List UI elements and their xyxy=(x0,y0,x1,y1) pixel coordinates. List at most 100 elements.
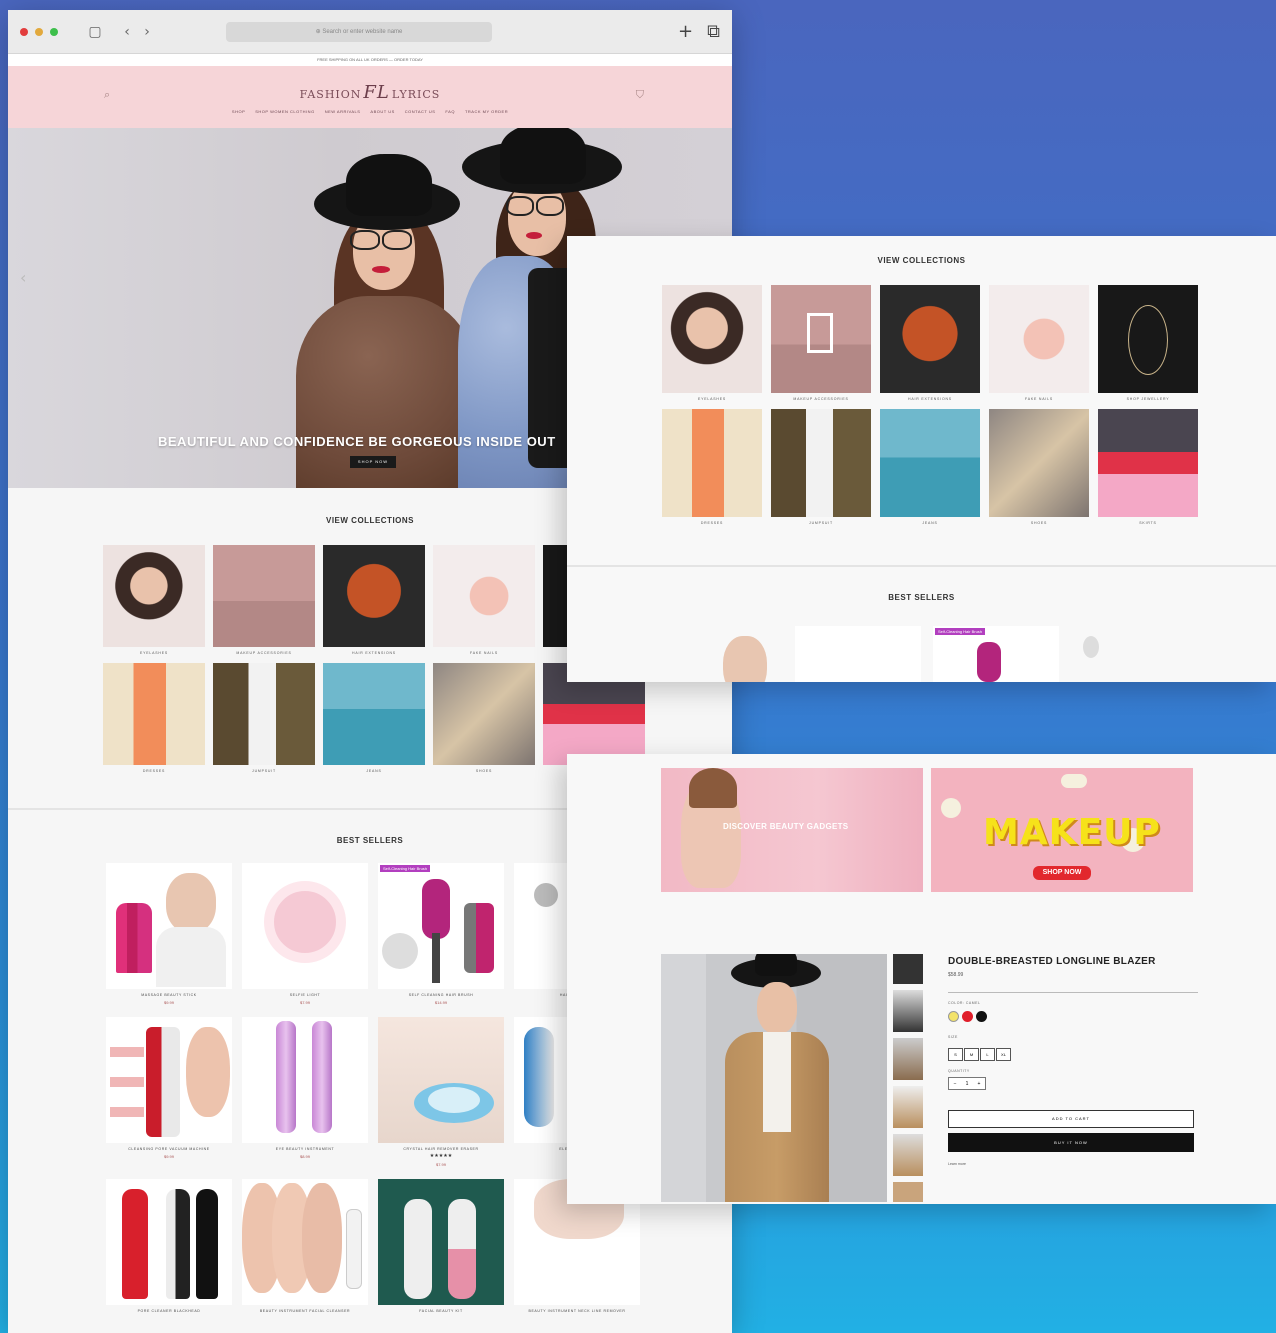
bestsellers-title-zoom: BEST SELLERS xyxy=(888,593,955,602)
search-icon[interactable]: ⌕ xyxy=(104,88,110,102)
collection-tile-makeup-accessories[interactable]: MAKEUP ACCESSORIES xyxy=(771,285,871,401)
promo-banner-beauty-gadgets[interactable]: DISCOVER BEAUTY GADGETS xyxy=(661,768,923,892)
size-options: S M L XL xyxy=(948,1043,1198,1061)
collection-tile-dresses[interactable]: DRESSES xyxy=(662,409,762,525)
minimize-window-button[interactable] xyxy=(35,27,43,36)
cart-icon[interactable]: ⛉ xyxy=(636,88,644,102)
logo-text-left: FASHION xyxy=(299,88,362,101)
product-badge: Self-Cleaning Hair Brush xyxy=(380,865,431,872)
product-card[interactable]: Self-Cleaning Hair Brush SELF CLEANING H… xyxy=(378,863,504,1005)
promo-shop-now-button[interactable]: SHOP NOW xyxy=(1033,866,1091,880)
size-option-m[interactable]: M xyxy=(964,1048,979,1061)
back-icon[interactable]: ‹ xyxy=(118,23,136,41)
collections-grid-zoom: EYELASHES MAKEUP ACCESSORIES HAIR EXTENS… xyxy=(662,285,1276,525)
swatch-black[interactable] xyxy=(976,1011,987,1022)
nav-item-track-order[interactable]: TRACK MY ORDER xyxy=(465,109,508,114)
promo-makeup-title: MAKEUP xyxy=(983,812,1161,853)
product-card[interactable]: CRYSTAL HAIR REMOVER ERASER ★★★★★ $7.99 xyxy=(378,1017,504,1167)
section-divider xyxy=(567,565,1276,567)
swatch-yellow[interactable] xyxy=(948,1011,959,1022)
nav-item-faq[interactable]: FAQ xyxy=(445,109,455,114)
product-card[interactable]: CLEANSING PORE VACUUM MACHINE $9.99 xyxy=(106,1017,232,1167)
product-price: $58.99 xyxy=(948,972,964,978)
logo-monogram: FL xyxy=(363,82,390,103)
shop-header: ⌕ FASHION FL LYRICS SHOP SHOP WOMEN CLOTHI… xyxy=(8,66,732,128)
sidebar-icon[interactable]: ▢ xyxy=(86,23,104,41)
product-badge: Self-Cleaning Hair Brush xyxy=(935,628,986,635)
product-card[interactable]: BEAUTY INSTRUMENT FACIAL CLEANSER xyxy=(242,1179,368,1313)
product-thumbnail[interactable] xyxy=(893,1134,923,1176)
product-preview-panel: DISCOVER BEAUTY GADGETS MAKEUP SHOP NOW … xyxy=(567,754,1276,1204)
collection-tile-jeans[interactable]: JEANS xyxy=(323,663,425,773)
nav-item-shop-women-clothing[interactable]: SHOP WOMEN CLOTHING xyxy=(255,109,314,114)
color-label: COLOR: CAMEL xyxy=(948,1001,981,1005)
collection-tile-jeans[interactable]: JEANS xyxy=(880,409,980,525)
collection-tile-makeup-accessories[interactable]: MAKEUP ACCESSORIES xyxy=(213,545,315,655)
collection-tile-jumpsuit[interactable]: JUMPSUIT xyxy=(771,409,871,525)
product-thumbnail[interactable] xyxy=(893,990,923,1032)
collection-tile-shoes[interactable]: SHOES xyxy=(989,409,1089,525)
collection-tile-eyelashes[interactable]: EYELASHES xyxy=(103,545,205,655)
product-card[interactable]: EYE BEAUTY INSTRUMENT $8.99 xyxy=(242,1017,368,1167)
quantity-stepper[interactable]: − 1 + xyxy=(948,1077,986,1090)
size-option-l[interactable]: L xyxy=(980,1048,995,1061)
promo-left-text: DISCOVER BEAUTY GADGETS xyxy=(723,822,849,831)
hero-shop-now-button[interactable]: SHOP NOW xyxy=(350,456,396,468)
collection-tile-skirts[interactable]: SKIRTS xyxy=(1098,409,1198,525)
close-window-button[interactable] xyxy=(20,27,28,36)
collections-preview-panel: VIEW COLLECTIONS EYELASHES MAKEUP ACCESS… xyxy=(567,236,1276,682)
product-info: DOUBLE-BREASTED LONGLINE BLAZER $58.99 C… xyxy=(948,956,1198,1166)
window-controls xyxy=(20,27,58,36)
color-swatches xyxy=(948,1009,1198,1027)
collection-tile-fake-nails[interactable]: FAKE NAILS xyxy=(989,285,1089,401)
size-option-xl[interactable]: XL xyxy=(996,1048,1011,1061)
forward-icon[interactable]: › xyxy=(138,23,156,41)
collection-tile-dresses[interactable]: DRESSES xyxy=(103,663,205,773)
product-thumbnail[interactable] xyxy=(893,954,923,984)
address-bar[interactable]: ⊕ Search or enter website name xyxy=(226,21,492,42)
product-card[interactable]: SELFIE LIGHT $7.99 xyxy=(242,863,368,1005)
tabs-overview-icon[interactable]: ⧉ xyxy=(707,21,720,42)
buy-now-button[interactable]: BUY IT NOW xyxy=(948,1133,1194,1152)
nav-item-about-us[interactable]: ABOUT US xyxy=(370,109,394,114)
product-thumbnails xyxy=(893,954,923,1202)
main-nav: SHOP SHOP WOMEN CLOTHING NEW ARRIVALS AB… xyxy=(8,109,732,114)
new-tab-icon[interactable]: + xyxy=(678,21,693,42)
product-thumbnail[interactable] xyxy=(893,1182,923,1202)
product-divider xyxy=(948,992,1198,993)
product-thumbnail[interactable] xyxy=(893,1038,923,1080)
collection-tile-fake-nails[interactable]: FAKE NAILS xyxy=(433,545,535,655)
collection-tile-hair-extensions[interactable]: HAIR EXTENSIONS xyxy=(323,545,425,655)
product-card[interactable]: FACIAL BEAUTY KIT xyxy=(378,1179,504,1313)
product-main-image[interactable] xyxy=(661,954,887,1202)
promo-banner-makeup[interactable]: MAKEUP SHOP NOW xyxy=(931,768,1193,892)
collection-tile-eyelashes[interactable]: EYELASHES xyxy=(662,285,762,401)
product-thumbnail[interactable] xyxy=(893,1086,923,1128)
collection-tile-jumpsuit[interactable]: JUMPSUIT xyxy=(213,663,315,773)
quantity-value: 1 xyxy=(965,1080,969,1087)
hero-prev-arrow-icon[interactable]: ‹ xyxy=(20,268,26,287)
browser-toolbar: ▢ ‹ › ⊕ Search or enter website name + ⧉ xyxy=(8,10,732,54)
logo-text-right: LYRICS xyxy=(391,88,441,101)
size-label: SIZE xyxy=(948,1035,958,1039)
product-title: DOUBLE-BREASTED LONGLINE BLAZER xyxy=(948,956,1156,967)
add-to-cart-button[interactable]: ADD TO CART xyxy=(948,1110,1194,1128)
nav-item-shop[interactable]: SHOP xyxy=(232,109,245,114)
size-option-s[interactable]: S xyxy=(948,1048,963,1061)
learn-more-link[interactable]: Learn more xyxy=(948,1162,1198,1166)
collection-tile-shoes[interactable]: SHOES xyxy=(433,663,535,773)
plus-icon[interactable]: + xyxy=(978,1081,981,1087)
product-card[interactable]: PORE CLEANER BLACKHEAD xyxy=(106,1179,232,1313)
hero-caption: BEAUTIFUL AND CONFIDENCE BE GORGEOUS INS… xyxy=(158,434,556,449)
bestsellers-peek: Self-Cleaning Hair Brush xyxy=(567,622,1276,682)
collection-tile-shop-jewellery[interactable]: SHOP JEWELLERY xyxy=(1098,285,1198,401)
nav-item-new-arrivals[interactable]: NEW ARRIVALS xyxy=(325,109,361,114)
maximize-window-button[interactable] xyxy=(50,27,58,36)
quantity-label: QUANTITY xyxy=(948,1069,970,1073)
nav-item-contact-us[interactable]: CONTACT US xyxy=(405,109,436,114)
store-logo[interactable]: FASHION FL LYRICS xyxy=(8,66,732,103)
collection-tile-hair-extensions[interactable]: HAIR EXTENSIONS xyxy=(880,285,980,401)
product-card[interactable]: MASSAGE BEAUTY STICK $9.99 xyxy=(106,863,232,1005)
swatch-red[interactable] xyxy=(962,1011,973,1022)
minus-icon[interactable]: − xyxy=(954,1081,957,1087)
